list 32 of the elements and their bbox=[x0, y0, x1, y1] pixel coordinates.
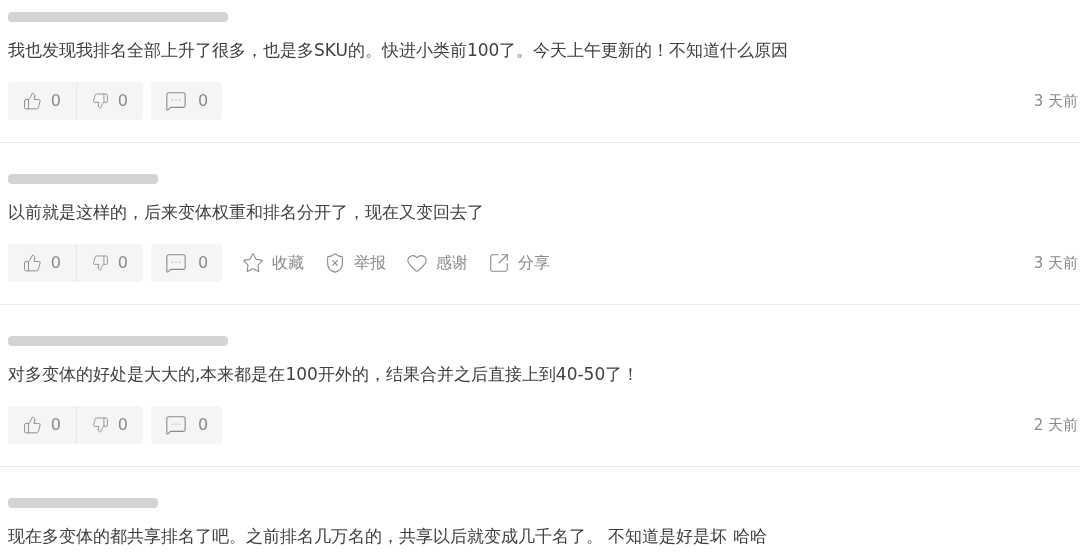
timestamp: 2 天前 bbox=[1033, 414, 1078, 436]
comment-icon bbox=[165, 414, 187, 436]
thanks-button[interactable]: 感谢 bbox=[406, 251, 469, 275]
heart-icon bbox=[406, 252, 429, 274]
star-icon bbox=[242, 252, 265, 274]
report-button[interactable]: 举报 bbox=[324, 251, 387, 275]
favorite-button[interactable]: 收藏 bbox=[242, 251, 305, 275]
comment-icon bbox=[165, 252, 187, 274]
reply-button[interactable]: 0 bbox=[151, 244, 223, 282]
dislike-button[interactable]: 0 bbox=[77, 244, 143, 282]
thumbs-down-icon bbox=[92, 90, 109, 112]
dislike-button[interactable]: 0 bbox=[77, 406, 143, 444]
like-button[interactable]: 0 bbox=[8, 244, 77, 282]
timestamp: 3 天前 bbox=[1033, 252, 1078, 274]
comment-icon bbox=[165, 90, 187, 112]
dislike-button[interactable]: 0 bbox=[77, 82, 143, 120]
like-button[interactable]: 0 bbox=[8, 82, 77, 120]
thumbs-down-icon bbox=[92, 414, 109, 436]
thumbs-up-icon bbox=[23, 90, 42, 112]
thumbs-up-icon bbox=[23, 414, 42, 436]
thumbs-up-icon bbox=[23, 252, 42, 274]
comment-text: 对多变体的好处是大大的,本来都是在100开外的，结果合并之后直接上到40-50了！ bbox=[8, 363, 640, 386]
reply-button[interactable]: 0 bbox=[151, 406, 223, 444]
comment-text: 以前就是这样的，后来变体权重和排名分开了，现在又变回去了 bbox=[8, 201, 484, 224]
comment-text: 现在多变体的都共享排名了吧。之前排名几万名的，共享以后就变成几千名了。 不知道是好是坏 哈哈 bbox=[8, 525, 767, 548]
share-icon bbox=[488, 252, 511, 274]
comment-text: 我也发现我排名全部上升了很多，也是多SKU的。快进小类前100了。今天上午更新的！不知道什么原因 bbox=[8, 39, 789, 62]
timestamp: 3 天前 bbox=[1033, 90, 1078, 112]
reply-button[interactable]: 0 bbox=[151, 82, 223, 120]
share-button[interactable]: 分享 bbox=[488, 251, 551, 275]
like-button[interactable]: 0 bbox=[8, 406, 77, 444]
thumbs-down-icon bbox=[92, 252, 109, 274]
